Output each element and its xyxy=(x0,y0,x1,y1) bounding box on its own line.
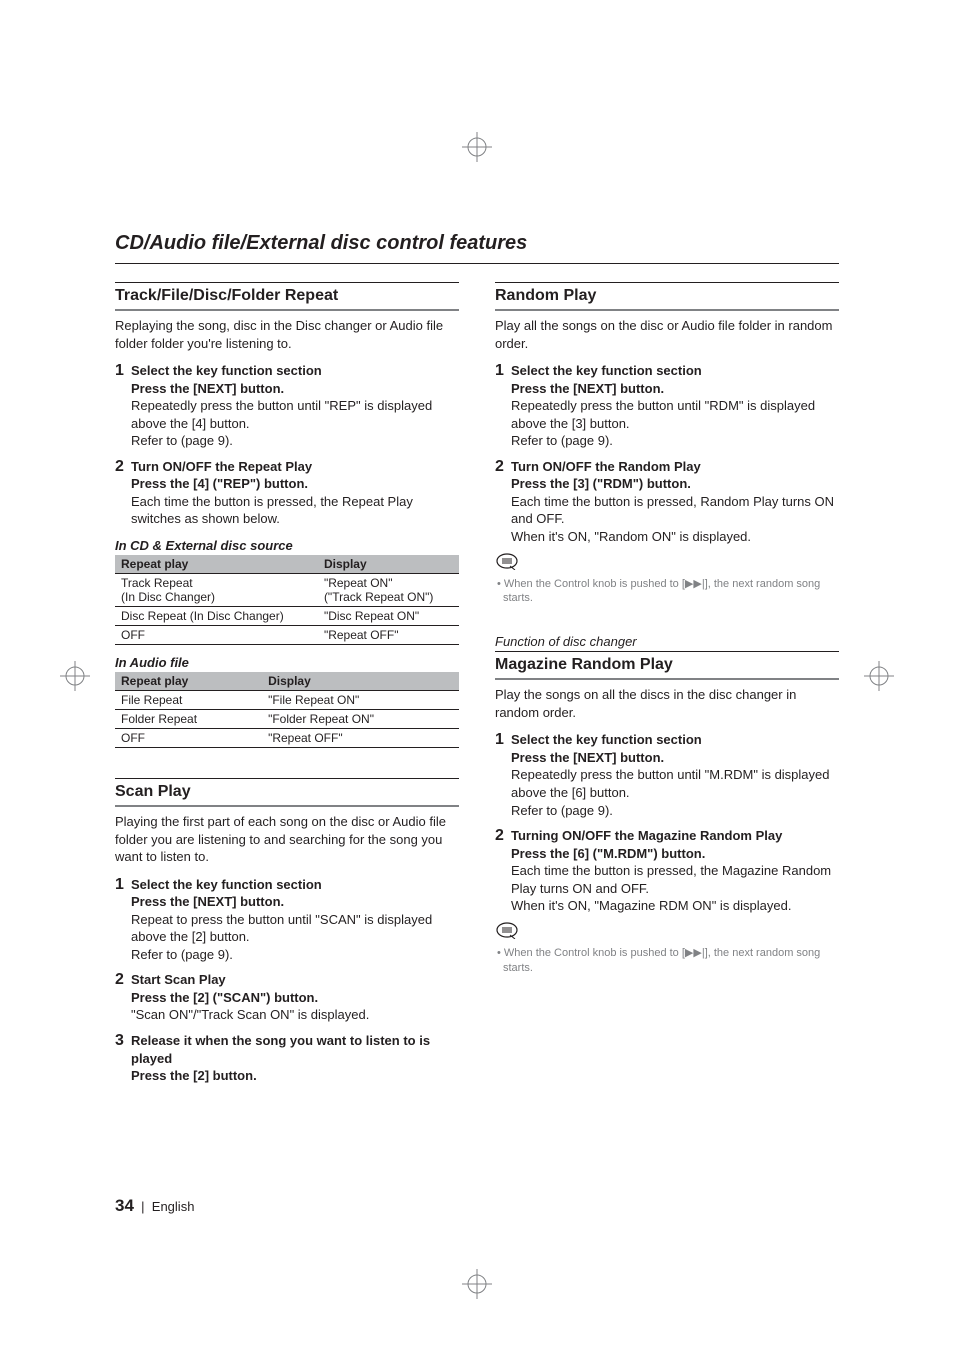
step-desc: Repeatedly press the button until "REP" … xyxy=(131,397,459,450)
crop-mark-top-icon xyxy=(462,132,492,162)
step-desc: Each time the button is pressed, Random … xyxy=(511,493,839,546)
note-text: • When the Control knob is pushed to [▶▶… xyxy=(495,577,839,607)
step-subheading: Press the [4] ("REP") button. xyxy=(131,475,459,493)
table-header: Repeat play xyxy=(115,555,318,574)
table-cell: Track Repeat(In Disc Changer) xyxy=(115,574,318,607)
step-heading: Select the key function section xyxy=(131,362,459,380)
step-number: 1 xyxy=(495,731,511,749)
page-footer: 34 | English xyxy=(115,1196,194,1216)
crop-mark-bottom-icon xyxy=(462,1269,492,1299)
step-subheading: Press the [6] ("M.RDM") button. xyxy=(511,845,839,863)
table-header: Display xyxy=(262,672,459,691)
intro-magazine-random: Play the songs on all the discs in the d… xyxy=(495,686,839,721)
table-cell: File Repeat xyxy=(115,691,262,710)
feature-title-repeat: Track/File/Disc/Folder Repeat xyxy=(115,282,459,311)
step-subheading: Press the [NEXT] button. xyxy=(511,380,839,398)
intro-repeat: Replaying the song, disc in the Disc cha… xyxy=(115,317,459,352)
step-desc: Each time the button is pressed, the Rep… xyxy=(131,493,459,528)
step-heading: Turn ON/OFF the Repeat Play xyxy=(131,458,459,476)
table-caption: In Audio file xyxy=(115,655,459,670)
crop-mark-left-icon xyxy=(60,661,90,691)
table-cell: "Repeat ON"("Track Repeat ON") xyxy=(318,574,459,607)
table-cell: OFF xyxy=(115,729,262,748)
page-number: 34 xyxy=(115,1196,134,1215)
step-heading: Turning ON/OFF the Magazine Random Play xyxy=(511,827,839,845)
table-cell: Disc Repeat (In Disc Changer) xyxy=(115,607,318,626)
step-desc: Repeatedly press the button until "RDM" … xyxy=(511,397,839,450)
step-desc: "Scan ON"/"Track Scan ON" is displayed. xyxy=(131,1006,459,1024)
step-subheading: Press the [2] ("SCAN") button. xyxy=(131,989,459,1007)
feature-title-magazine-random: Magazine Random Play xyxy=(495,651,839,680)
table-cell: "Disc Repeat ON" xyxy=(318,607,459,626)
step-number: 2 xyxy=(495,458,511,476)
table-cell: "Folder Repeat ON" xyxy=(262,710,459,729)
footer-sep: | xyxy=(141,1199,144,1214)
step-desc: Each time the button is pressed, the Mag… xyxy=(511,862,839,915)
note-text: • When the Control knob is pushed to [▶▶… xyxy=(495,946,839,976)
repeat-table-audiofile: Repeat play Display File Repeat "File Re… xyxy=(115,672,459,748)
table-cell: "Repeat OFF" xyxy=(262,729,459,748)
note-icon xyxy=(495,552,839,575)
table-header: Repeat play xyxy=(115,672,262,691)
step-desc: Repeat to press the button until "SCAN" … xyxy=(131,911,459,964)
step-heading: Release it when the song you want to lis… xyxy=(131,1032,459,1067)
step-number: 1 xyxy=(115,876,131,894)
table-caption: In CD & External disc source xyxy=(115,538,459,553)
step-subheading: Press the [3] ("RDM") button. xyxy=(511,475,839,493)
right-column: Random Play Play all the songs on the di… xyxy=(495,264,839,1085)
footer-lang: English xyxy=(152,1199,195,1214)
step-subheading: Press the [2] button. xyxy=(131,1067,459,1085)
step-number: 1 xyxy=(115,362,131,380)
step-heading: Select the key function section xyxy=(511,731,839,749)
note-icon xyxy=(495,921,839,944)
step-subheading: Press the [NEXT] button. xyxy=(131,893,459,911)
step-number: 2 xyxy=(115,458,131,476)
table-cell: OFF xyxy=(115,626,318,645)
intro-scan: Playing the first part of each song on t… xyxy=(115,813,459,866)
table-cell: "Repeat OFF" xyxy=(318,626,459,645)
intro-random: Play all the songs on the disc or Audio … xyxy=(495,317,839,352)
feature-title-scan: Scan Play xyxy=(115,778,459,807)
function-note: Function of disc changer xyxy=(495,634,839,649)
step-number: 2 xyxy=(115,971,131,989)
left-column: Track/File/Disc/Folder Repeat Replaying … xyxy=(115,264,459,1085)
step-number: 3 xyxy=(115,1032,131,1050)
step-heading: Select the key function section xyxy=(511,362,839,380)
step-heading: Start Scan Play xyxy=(131,971,459,989)
step-heading: Turn ON/OFF the Random Play xyxy=(511,458,839,476)
step-desc: Repeatedly press the button until "M.RDM… xyxy=(511,766,839,819)
step-subheading: Press the [NEXT] button. xyxy=(511,749,839,767)
step-number: 1 xyxy=(495,362,511,380)
repeat-table-cd: Repeat play Display Track Repeat(In Disc… xyxy=(115,555,459,645)
table-header: Display xyxy=(318,555,459,574)
step-subheading: Press the [NEXT] button. xyxy=(131,380,459,398)
table-cell: Folder Repeat xyxy=(115,710,262,729)
table-cell: "File Repeat ON" xyxy=(262,691,459,710)
feature-title-random: Random Play xyxy=(495,282,839,311)
section-title: CD/Audio file/External disc control feat… xyxy=(115,232,839,255)
crop-mark-right-icon xyxy=(864,661,894,691)
step-number: 2 xyxy=(495,827,511,845)
step-heading: Select the key function section xyxy=(131,876,459,894)
